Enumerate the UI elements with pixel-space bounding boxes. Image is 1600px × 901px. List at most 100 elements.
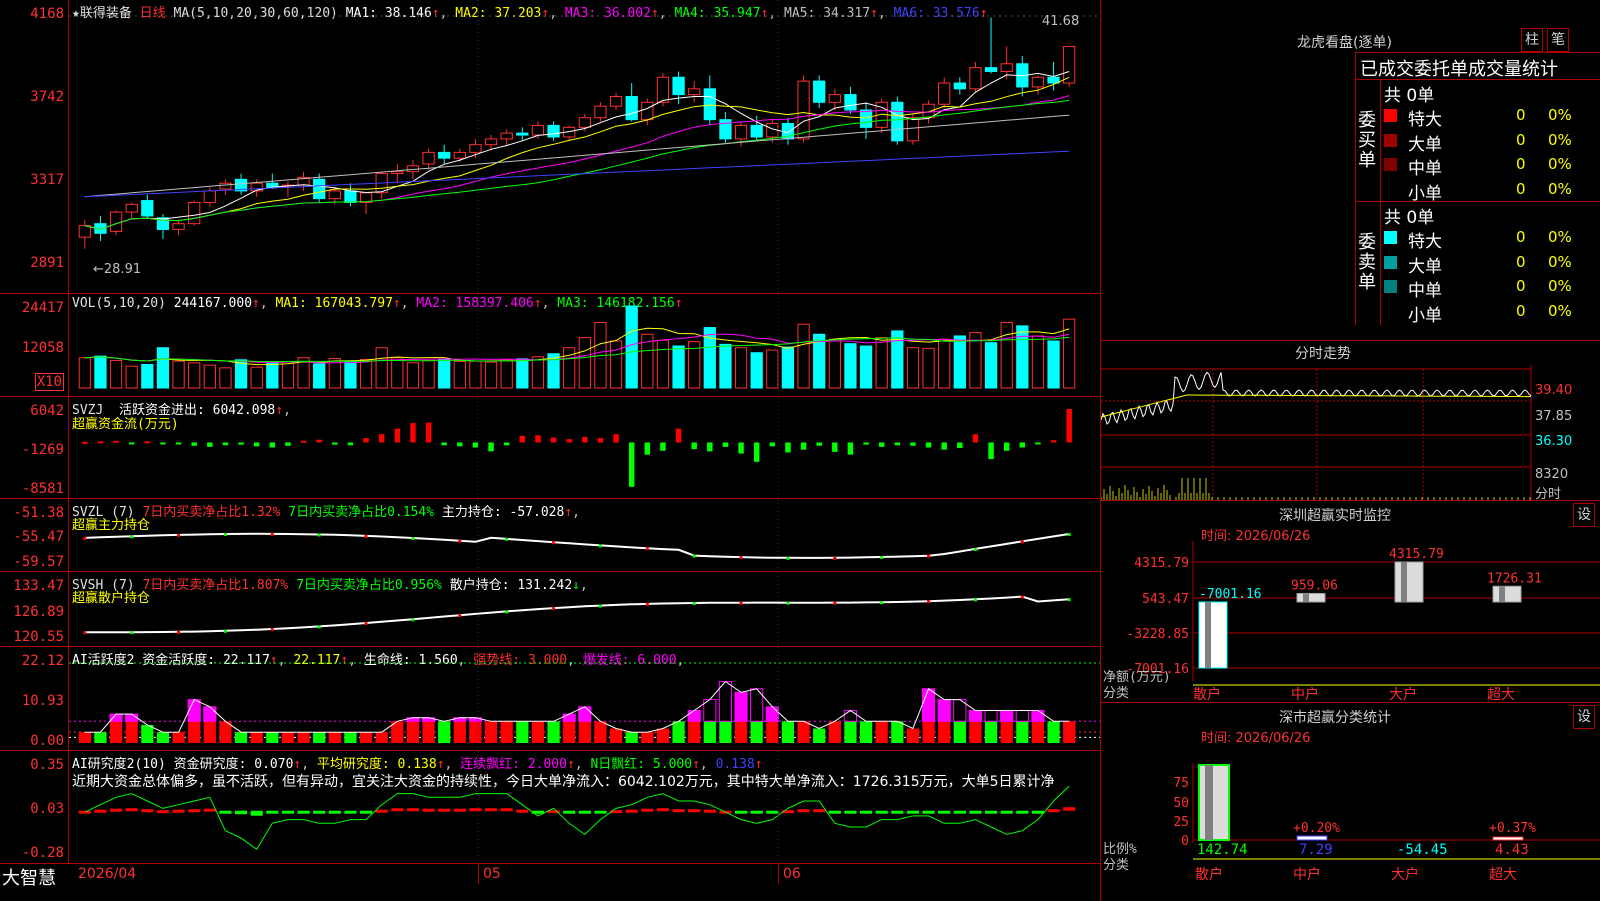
- activity-bar: [859, 721, 873, 743]
- holding-dot: [692, 554, 696, 558]
- svsh-panel[interactable]: 133.47 126.89 120.55 SVSH (7) 7日内买卖净占比1.…: [0, 572, 1100, 647]
- price-panel[interactable]: 4168 3742 3317 2891 ★联得装备 日线 MA(5,10,20,…: [0, 0, 1100, 294]
- fund-flow-bar: [816, 442, 822, 446]
- svzj-tick: 6042: [30, 403, 64, 419]
- fund-flow-bar: [722, 442, 729, 447]
- bar-mode-button[interactable]: 柱: [1521, 28, 1543, 52]
- research-bar: [156, 810, 170, 814]
- ma5-line: [84, 71, 1070, 230]
- volume-bar: [281, 361, 295, 389]
- sz-class-panel[interactable]: 深市超赢分类统计 设 时间: 2026/06/26 75 50 25 0 +0.20% +…: [1100, 702, 1600, 901]
- lhb-row-count: 0: [1516, 179, 1526, 198]
- activity-bar: [547, 721, 560, 743]
- volume-bar: [516, 358, 529, 389]
- activity-bar: [922, 721, 935, 743]
- svsh-tick: 133.47: [13, 578, 64, 594]
- sz-class-chart[interactable]: 75 50 25 0 +0.20% +0.37% 比例%分类 142.74 7.29 -54.45…: [1101, 703, 1600, 901]
- activity-bar: [313, 732, 326, 743]
- candle-body: [531, 124, 545, 136]
- fund-flow-bar: [144, 441, 151, 444]
- intraday-panel[interactable]: 分时走势 39.40 37.85 36.30 8320 分时: [1100, 340, 1600, 502]
- activity-bar: [656, 728, 670, 743]
- svzj-panel[interactable]: 6042 -1269 -8581 SVZJ 活跃资金进出: 6042.098↑,…: [0, 397, 1100, 499]
- activity-bar-top: [1015, 709, 1029, 722]
- svzl-tick: -55.47: [13, 529, 64, 545]
- price-tick: 3317: [30, 172, 64, 188]
- lhb-row: 特大 0 0%: [1384, 227, 1600, 252]
- svzj-chart[interactable]: [69, 397, 1100, 498]
- activity-bar: [125, 721, 138, 743]
- candle-body: [141, 200, 154, 217]
- volume-bar: [78, 357, 91, 389]
- svzl-panel[interactable]: -51.38 -55.47 -59.57 SVZL (7) 7日内买卖净占比1.…: [0, 499, 1100, 572]
- candle-body: [844, 94, 857, 111]
- research-bar: [578, 810, 591, 814]
- lhb-row-percent: 0%: [1548, 301, 1572, 320]
- volume-bar: [188, 362, 201, 389]
- sz-monitor-chart[interactable]: 4315.79543.47-3228.85-7001.16-7001.16959…: [1101, 501, 1600, 703]
- sz-monitor-value: -7001.16: [1199, 587, 1262, 602]
- fund-flow-bar: [628, 442, 635, 487]
- activity-bar: [703, 721, 716, 743]
- candle-body: [859, 109, 873, 128]
- price-chart[interactable]: [69, 0, 1100, 293]
- research-bar: [969, 810, 982, 814]
- date-bar: 大智慧 2026/04 05 06: [0, 864, 1100, 900]
- month-06: 06: [783, 866, 801, 882]
- svsh-axis: 133.47 126.89 120.55: [0, 572, 69, 646]
- fund-flow-bar: [347, 442, 354, 446]
- activity-bar: [438, 721, 451, 743]
- fund-flow-bar: [82, 441, 88, 444]
- activity-bar-top: [125, 713, 139, 722]
- volume-bar: [125, 365, 138, 389]
- volume-bar: [1016, 325, 1029, 389]
- activity-bar-top: [1000, 709, 1014, 722]
- ai-activity-panel[interactable]: 22.12 10.93 0.00 AI活跃度2 资金活跃度: 22.117↑, …: [0, 647, 1100, 751]
- intraday-price-line: [1101, 371, 1532, 425]
- ai-research-chart[interactable]: [69, 751, 1100, 863]
- activity-bar: [906, 728, 920, 743]
- sz-class-value: 7.29: [1299, 842, 1333, 858]
- volume-chart[interactable]: [69, 294, 1100, 396]
- fund-flow-bar: [238, 442, 244, 445]
- research-bar: [1063, 807, 1076, 811]
- holding-dot: [83, 631, 87, 635]
- activity-bar: [203, 721, 216, 743]
- activity-bar: [750, 721, 763, 743]
- sz-monitor-panel[interactable]: 深圳超赢实时监控 设 时间: 2026/06/26 4315.79 543.47-…: [1100, 500, 1600, 703]
- sz-monitor-value: 1726.31: [1487, 571, 1542, 586]
- activity-bar-top: [968, 709, 983, 722]
- volume-bar: [141, 363, 154, 389]
- fund-flow-bar: [988, 442, 994, 460]
- tick-mode-button[interactable]: 笔: [1547, 28, 1569, 52]
- activity-bar-top: [718, 681, 733, 722]
- lhb-row-percent: 0%: [1548, 106, 1572, 124]
- svzl-tick: -51.38: [13, 505, 64, 521]
- svzl-chart[interactable]: [69, 499, 1100, 571]
- volume-bar: [484, 361, 498, 389]
- activity-bar: [875, 721, 888, 743]
- research-bar: [500, 808, 513, 812]
- fund-flow-bar: [644, 442, 651, 455]
- volume-bar: [109, 359, 123, 389]
- fund-flow-bar: [332, 442, 338, 445]
- volume-bar: [1031, 335, 1045, 389]
- volume-bar: [875, 337, 888, 389]
- volume-bar: [922, 347, 935, 389]
- holding-dot: [927, 554, 931, 558]
- fund-flow-bar: [1050, 440, 1057, 443]
- volume-bar: [156, 347, 170, 389]
- sz-monitor-bar: [1198, 601, 1228, 669]
- activity-bar: [766, 721, 779, 743]
- activity-bar-top: [687, 709, 701, 722]
- ai-activity-chart[interactable]: [69, 647, 1100, 750]
- intraday-chart[interactable]: [1101, 365, 1600, 501]
- research-bar: [656, 808, 670, 812]
- ai-research-panel[interactable]: 0.35 0.03 -0.28 AI研究度2(10) 资金研究度: 0.070↑…: [0, 751, 1100, 864]
- volume-panel[interactable]: 24417 12058 X10 VOL(5,10,20) 244167.000↑…: [0, 294, 1100, 397]
- fund-flow-bar: [441, 442, 447, 446]
- svsh-chart[interactable]: [69, 572, 1100, 646]
- sz-monitor-category: 超大: [1487, 687, 1515, 703]
- activity-bar-top: [921, 688, 936, 722]
- fund-flow-bar: [1003, 442, 1010, 451]
